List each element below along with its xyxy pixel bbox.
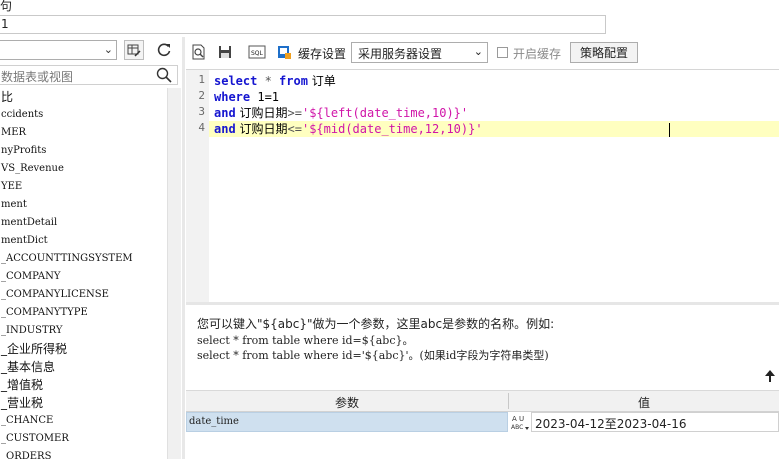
- table-edit-icon: [127, 44, 141, 57]
- code-token: and: [214, 106, 236, 120]
- table-list-item[interactable]: _CHANCE: [0, 412, 167, 430]
- datasource-panel: ⌄ 数据表或视图 比 ccidents MER nyProfits VS_Revenue…: [0, 37, 183, 459]
- code-line: select * from 订单: [214, 73, 336, 89]
- svg-text:U: U: [519, 415, 524, 423]
- text-type-icon[interactable]: A U ABC: [509, 412, 531, 432]
- code-line: and 订购日期>='${left(date_time,10)}': [214, 105, 468, 121]
- table-list-item[interactable]: _基本信息: [0, 358, 167, 376]
- sql-format-button[interactable]: SQL: [248, 43, 266, 61]
- code-token: '${mid(date_time,12,10)}': [301, 122, 483, 136]
- code-token: <=: [287, 122, 302, 136]
- value-column-header: 值: [637, 396, 650, 410]
- preview-button[interactable]: [190, 43, 208, 61]
- code-token: where: [214, 90, 251, 104]
- strategy-config-button[interactable]: 策略配置: [570, 42, 638, 63]
- table-list-item[interactable]: _COMPANY: [0, 268, 167, 286]
- table-list-item[interactable]: _营业税: [0, 394, 167, 412]
- enable-cache-checkbox[interactable]: [497, 47, 508, 58]
- table-list-item[interactable]: nyProfits: [0, 142, 167, 160]
- table-list-item[interactable]: _增值税: [0, 376, 167, 394]
- hint-line-2: select * from table where id=${abc}。: [197, 334, 414, 347]
- chevron-down-icon: ⌄: [473, 45, 483, 58]
- refresh-params-icon[interactable]: [763, 369, 777, 383]
- preview-icon: [192, 44, 205, 60]
- cache-settings-label: 缓存设置: [298, 47, 347, 61]
- table-list-item[interactable]: mentDict: [0, 232, 167, 250]
- save-icon: [219, 46, 231, 58]
- text-caret: [669, 123, 670, 137]
- table-row[interactable]: date_time A U ABC 2023-04-12至2023-04-16: [186, 412, 779, 432]
- cache-option-value: 采用服务器设置: [358, 47, 443, 61]
- code-token: select: [214, 74, 258, 88]
- param-value-input[interactable]: 2023-04-12至2023-04-16: [531, 412, 779, 432]
- hint-line-3: select * from table where id='${abc}'。(如…: [197, 349, 549, 362]
- code-token: 订单: [307, 74, 336, 88]
- search-placeholder: 数据表或视图: [1, 70, 74, 84]
- code-token: 1=1: [250, 90, 280, 104]
- svg-text:SQL: SQL: [251, 50, 264, 57]
- search-icon[interactable]: [156, 67, 172, 86]
- svg-text:A: A: [512, 415, 517, 423]
- param-name-cell[interactable]: date_time: [186, 412, 508, 432]
- code-token: and: [214, 122, 236, 136]
- table-list-item[interactable]: YEE: [0, 178, 167, 196]
- code-token: >=: [287, 106, 302, 120]
- parameter-hint: 您可以键入"${abc}"做为一个参数，这里abc是参数的名称。例如: sele…: [186, 305, 779, 385]
- table-list-item[interactable]: _COMPANYTYPE: [0, 304, 167, 322]
- code-token: from: [279, 74, 308, 88]
- table-list-item[interactable]: _ORDERS: [0, 448, 167, 459]
- param-name-text: date_time: [189, 416, 239, 427]
- param-value-text: 2023-04-12至2023-04-16: [535, 417, 687, 431]
- line-number: 1: [198, 73, 205, 86]
- line-number: 4: [198, 121, 205, 134]
- code-token: 订购日期: [235, 106, 288, 120]
- query-name-field[interactable]: 1: [0, 15, 606, 34]
- code-token: '${left(date_time,10)}': [301, 106, 469, 120]
- table-list-item[interactable]: _企业所得税: [0, 340, 167, 358]
- code-line: where 1=1: [214, 89, 279, 105]
- parameters-table: 参数 值 date_time A U ABC 2023-04-12至2023-04-…: [186, 390, 779, 460]
- enable-cache-label: 开启缓存: [513, 47, 562, 61]
- table-list-item[interactable]: mentDetail: [0, 214, 167, 232]
- chevron-down-icon: ⌄: [103, 43, 113, 56]
- bookmark-button[interactable]: [275, 43, 293, 61]
- table-list-item[interactable]: _ACCOUNTTINGSYSTEM: [0, 250, 167, 268]
- sql-icon: SQL: [248, 45, 266, 59]
- hint-line-1: 您可以键入"${abc}"做为一个参数，这里abc是参数的名称。例如:: [197, 317, 555, 331]
- code-line: and 订购日期<='${mid(date_time,12,10)}': [214, 121, 483, 137]
- save-button[interactable]: [216, 43, 234, 61]
- param-column-header: 参数: [334, 396, 359, 410]
- line-number-gutter: 1 2 3 4: [186, 70, 209, 303]
- table-list-item[interactable]: MER: [0, 124, 167, 142]
- cache-settings-select[interactable]: 采用服务器设置 ⌄: [351, 42, 488, 63]
- code-token: 订购日期: [235, 122, 288, 136]
- table-list-item[interactable]: _COMPANYLICENSE: [0, 286, 167, 304]
- sql-toolbar: SQL 缓存设置 采用服务器设置 ⌄ 开启缓存 策略配置: [186, 40, 779, 66]
- table-mode-button[interactable]: [124, 40, 144, 60]
- table-search-input[interactable]: 数据表或视图: [0, 65, 178, 85]
- panel-splitter[interactable]: [182, 37, 185, 459]
- refresh-icon: [157, 43, 171, 57]
- table-list-item[interactable]: ccidents: [0, 106, 167, 124]
- bookmark-icon: [278, 46, 291, 59]
- table-list-item[interactable]: ment: [0, 196, 167, 214]
- refresh-button[interactable]: [154, 40, 174, 60]
- query-name-label: 句: [0, 0, 13, 13]
- table-list-scrollbar[interactable]: [167, 88, 181, 459]
- table-list-item[interactable]: VS_Revenue: [0, 160, 167, 178]
- code-token: *: [257, 74, 280, 88]
- svg-text:ABC: ABC: [511, 424, 523, 431]
- table-list: 比 ccidents MER nyProfits VS_Revenue YEE ment me…: [0, 88, 167, 459]
- table-list-item[interactable]: 比: [0, 88, 167, 106]
- line-number: 3: [198, 105, 205, 118]
- table-list-item[interactable]: _INDUSTRY: [0, 322, 167, 340]
- datasource-select[interactable]: ⌄: [0, 40, 117, 60]
- parameters-header: 参数 值: [186, 391, 779, 412]
- table-list-item[interactable]: _CUSTOMER: [0, 430, 167, 448]
- sql-editor[interactable]: 1234 select * from 订单 where 1=1 and 订购日期>=…: [186, 69, 779, 303]
- line-number: 2: [198, 89, 205, 102]
